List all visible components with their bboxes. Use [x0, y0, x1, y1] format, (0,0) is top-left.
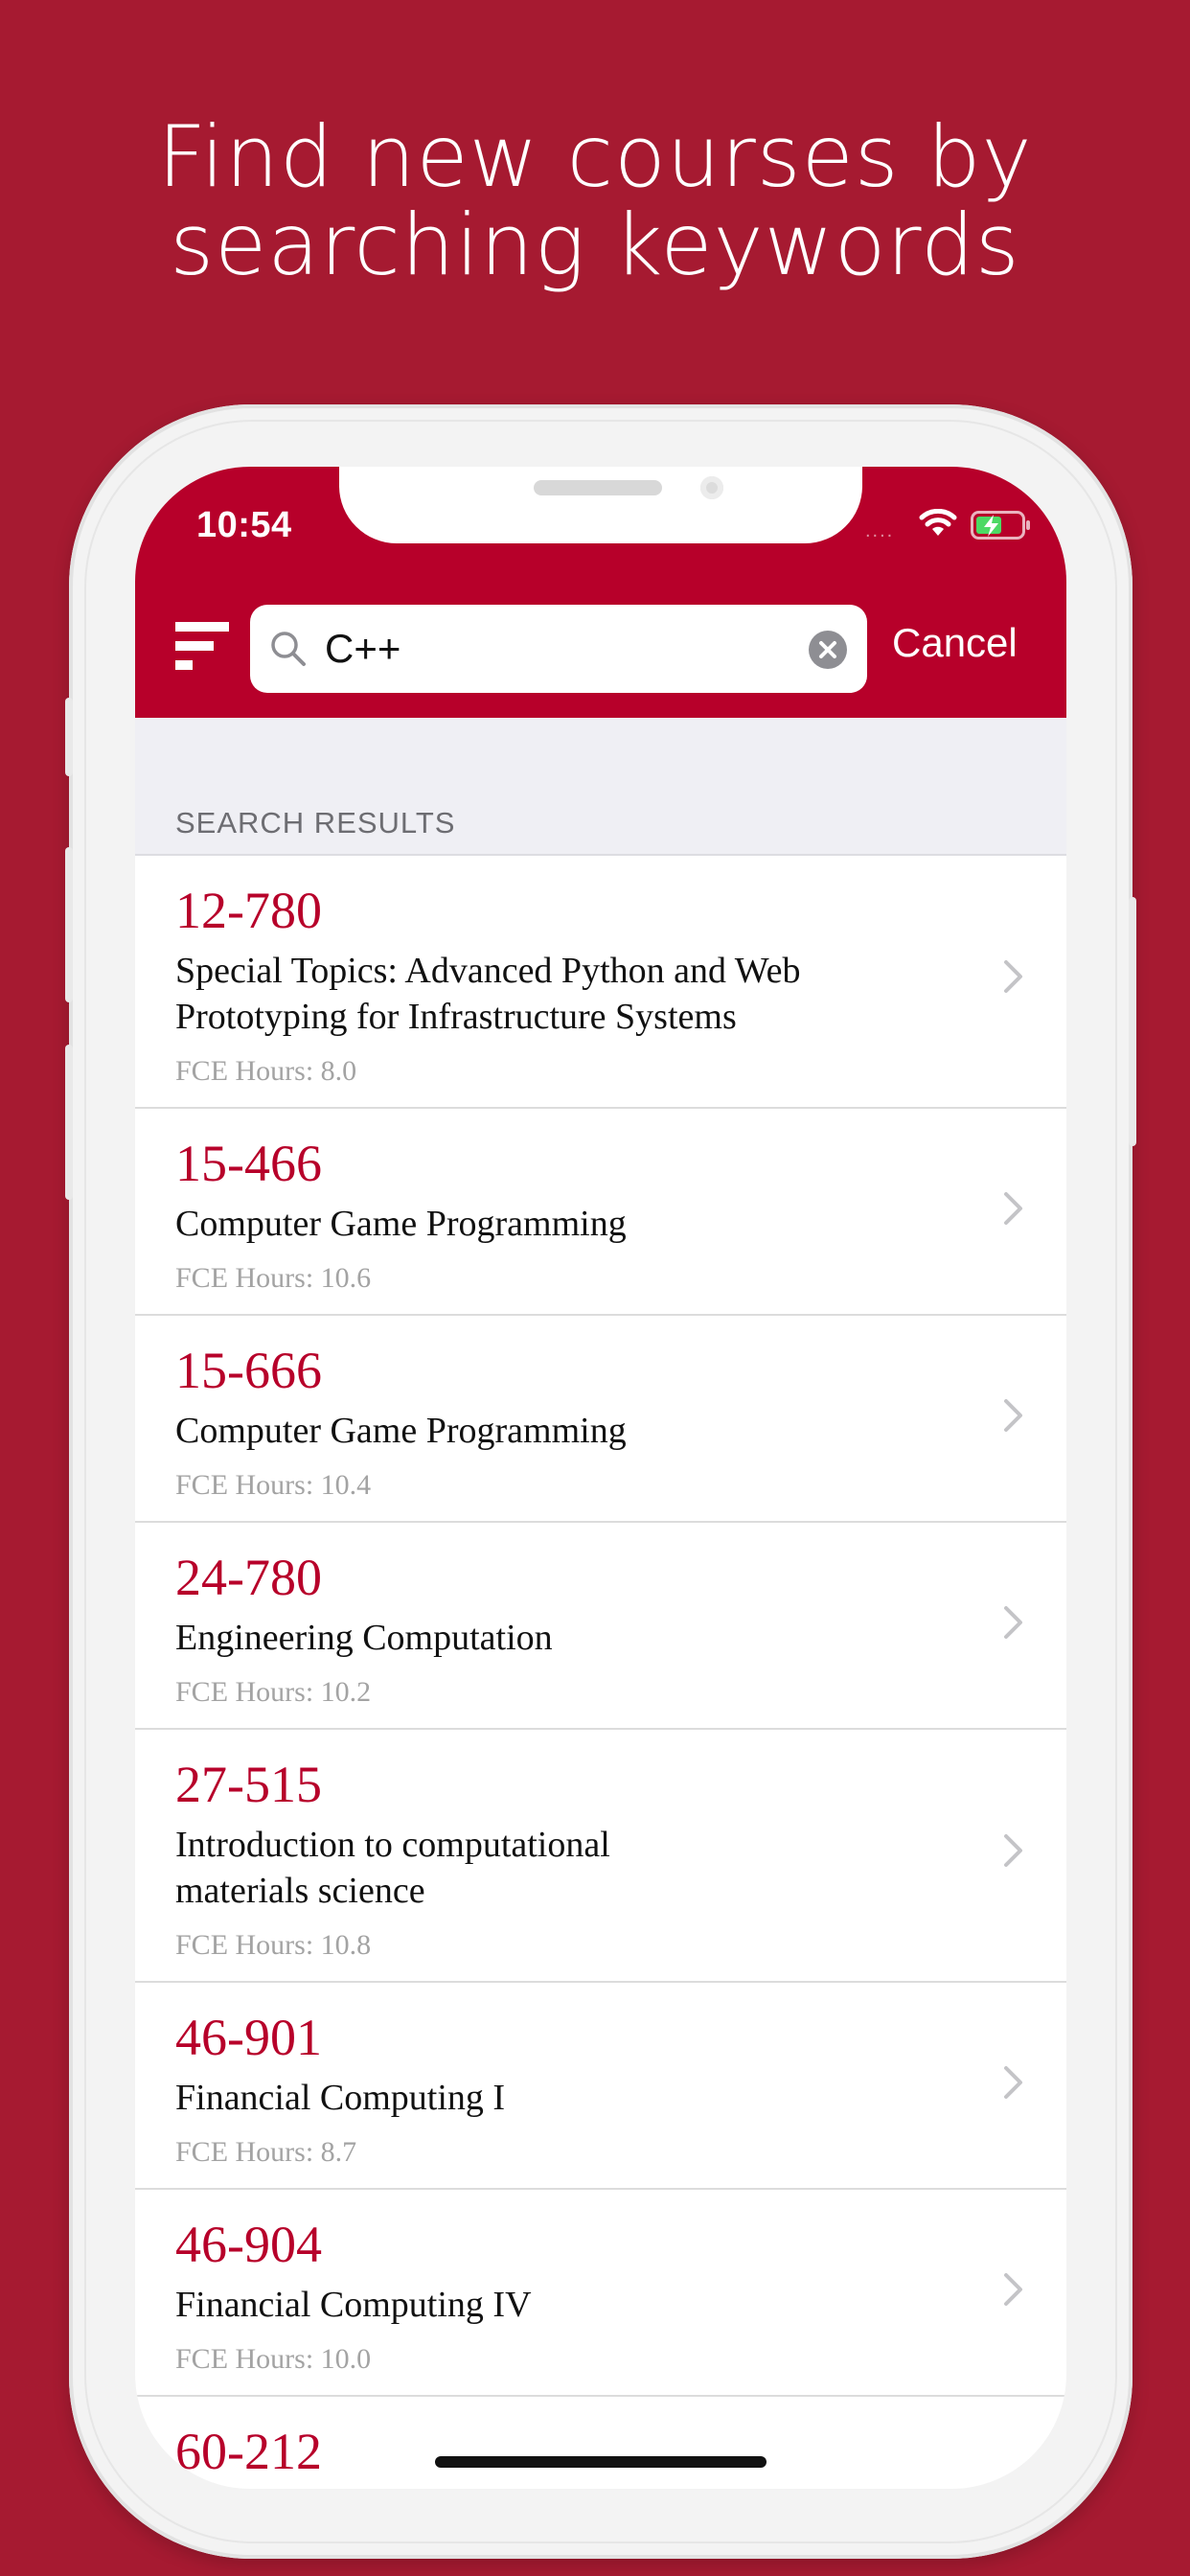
course-title: Special Topics: Advanced Python and Web …: [175, 951, 801, 1037]
chevron-right-icon: [1004, 2066, 1022, 2099]
fce-hours: FCE Hours: 10.2: [175, 1676, 372, 1708]
course-code: 15-666: [175, 1342, 322, 1399]
course-code: 24-780: [175, 1549, 322, 1606]
fce-hours: FCE Hours: 8.0: [175, 1055, 357, 1087]
cancel-button[interactable]: Cancel: [892, 620, 1018, 666]
course-title: Financial Computing IV: [175, 2285, 532, 2325]
course-title: Computer Game Programming: [175, 1204, 627, 1244]
course-code: 27-515: [175, 1756, 322, 1813]
chevron-right-icon: [1004, 1834, 1022, 1867]
phone-screen: 10:54 .... C++ Cancel SEARCH RESULTS 12-…: [135, 467, 1066, 2489]
side-button-volume-down: [65, 1045, 73, 1200]
fce-hours: FCE Hours: 10.8: [175, 1929, 372, 1961]
course-code: 60-212: [175, 2423, 322, 2480]
course-title: Introduction to computational materials …: [175, 1825, 610, 1911]
side-button-silent: [65, 698, 73, 776]
list-item[interactable]: 46-904 Financial Computing IV FCE Hours:…: [135, 2190, 1066, 2397]
search-field[interactable]: [250, 605, 867, 693]
course-title: Financial Computing I: [175, 2078, 506, 2118]
chevron-right-icon: [1004, 1192, 1022, 1225]
list-item[interactable]: 60-212: [135, 2397, 1066, 2489]
fce-hours: FCE Hours: 10.0: [175, 2343, 372, 2375]
list-item[interactable]: 15-466 Computer Game Programming FCE Hou…: [135, 1109, 1066, 1316]
list-item[interactable]: 24-780 Engineering Computation FCE Hours…: [135, 1523, 1066, 1730]
chevron-right-icon: [1004, 1606, 1022, 1639]
headline: Find new courses by searching keywords: [0, 113, 1190, 289]
results-list: 12-780 Special Topics: Advanced Python a…: [135, 856, 1066, 2489]
wifi-icon: [919, 509, 957, 536]
home-indicator: [435, 2456, 767, 2468]
speaker: [534, 480, 662, 495]
course-code: 15-466: [175, 1135, 322, 1192]
signal-dots: ....: [865, 520, 895, 541]
course-title: Engineering Computation: [175, 1618, 553, 1658]
chevron-right-icon: [1004, 2273, 1022, 2306]
fce-hours: FCE Hours: 10.6: [175, 1262, 372, 1294]
course-code: 12-780: [175, 882, 322, 939]
fce-hours: FCE Hours: 10.4: [175, 1469, 372, 1501]
section-header: SEARCH RESULTS: [135, 718, 1066, 856]
battery-icon: [971, 511, 1030, 540]
list-item[interactable]: 27-515 Introduction to computational mat…: [135, 1730, 1066, 1983]
clear-icon[interactable]: [808, 630, 848, 670]
headline-line-1: Find new courses by: [157, 107, 1033, 206]
app-header: 10:54 .... C++ Cancel: [135, 467, 1066, 718]
fce-hours: FCE Hours: 8.7: [175, 2136, 357, 2168]
chevron-right-icon: [1004, 1399, 1022, 1432]
list-item[interactable]: 15-666 Computer Game Programming FCE Hou…: [135, 1316, 1066, 1523]
camera: [700, 476, 723, 499]
section-label: SEARCH RESULTS: [175, 806, 456, 840]
headline-line-2: searching keywords: [170, 196, 1020, 294]
side-button-volume-up: [65, 847, 73, 1002]
course-title: Computer Game Programming: [175, 1411, 627, 1451]
course-code: 46-901: [175, 2009, 322, 2066]
menu-icon[interactable]: [175, 622, 229, 676]
search-input[interactable]: [325, 622, 785, 676]
list-item[interactable]: 12-780 Special Topics: Advanced Python a…: [135, 856, 1066, 1109]
search-icon: [271, 632, 306, 666]
side-button-power: [1129, 897, 1136, 1146]
course-code: 46-904: [175, 2216, 322, 2273]
chevron-right-icon: [1004, 960, 1022, 993]
status-time: 10:54: [196, 505, 292, 545]
notch: [339, 467, 862, 543]
list-item[interactable]: 46-901 Financial Computing I FCE Hours: …: [135, 1983, 1066, 2190]
